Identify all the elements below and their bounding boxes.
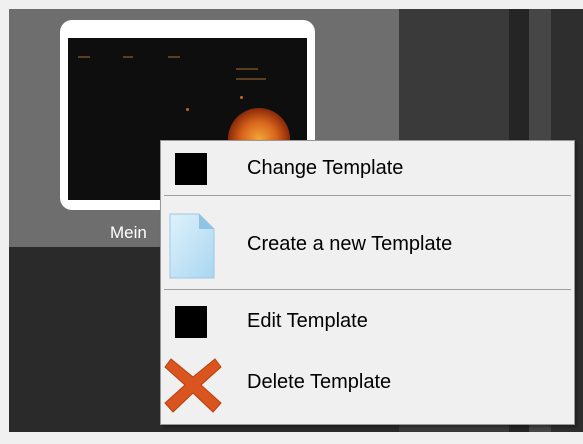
window-frame-top: [0, 0, 583, 9]
preview-decor: [168, 56, 180, 58]
menu-separator: [164, 195, 571, 196]
context-menu: Change Template Create a new Template Ed…: [160, 140, 575, 425]
red-x-delete-icon: [164, 358, 222, 413]
black-square-icon: [175, 306, 207, 338]
menu-item-change-template[interactable]: Change Template: [161, 145, 574, 193]
menu-item-label: Create a new Template: [247, 233, 453, 255]
preview-decor: [186, 108, 189, 111]
new-document-icon: [169, 213, 215, 279]
preview-decor: [78, 56, 90, 58]
preview-decor: [240, 96, 243, 99]
menu-item-label: Change Template: [247, 157, 404, 179]
preview-decor: [236, 68, 258, 70]
menu-item-label: Edit Template: [247, 310, 368, 332]
menu-separator: [164, 289, 571, 290]
menu-item-label: Delete Template: [247, 371, 392, 393]
menu-item-edit-template[interactable]: Edit Template: [161, 297, 574, 345]
menu-item-create-new-template[interactable]: Create a new Template: [161, 203, 574, 283]
preview-decor: [123, 56, 133, 58]
black-square-icon: [175, 153, 207, 185]
preview-decor: [236, 78, 266, 80]
menu-item-delete-template[interactable]: Delete Template: [161, 351, 574, 415]
window-frame-bottom: [0, 432, 583, 444]
window-frame-left: [0, 0, 9, 444]
template-name-label: Mein: [110, 223, 147, 242]
